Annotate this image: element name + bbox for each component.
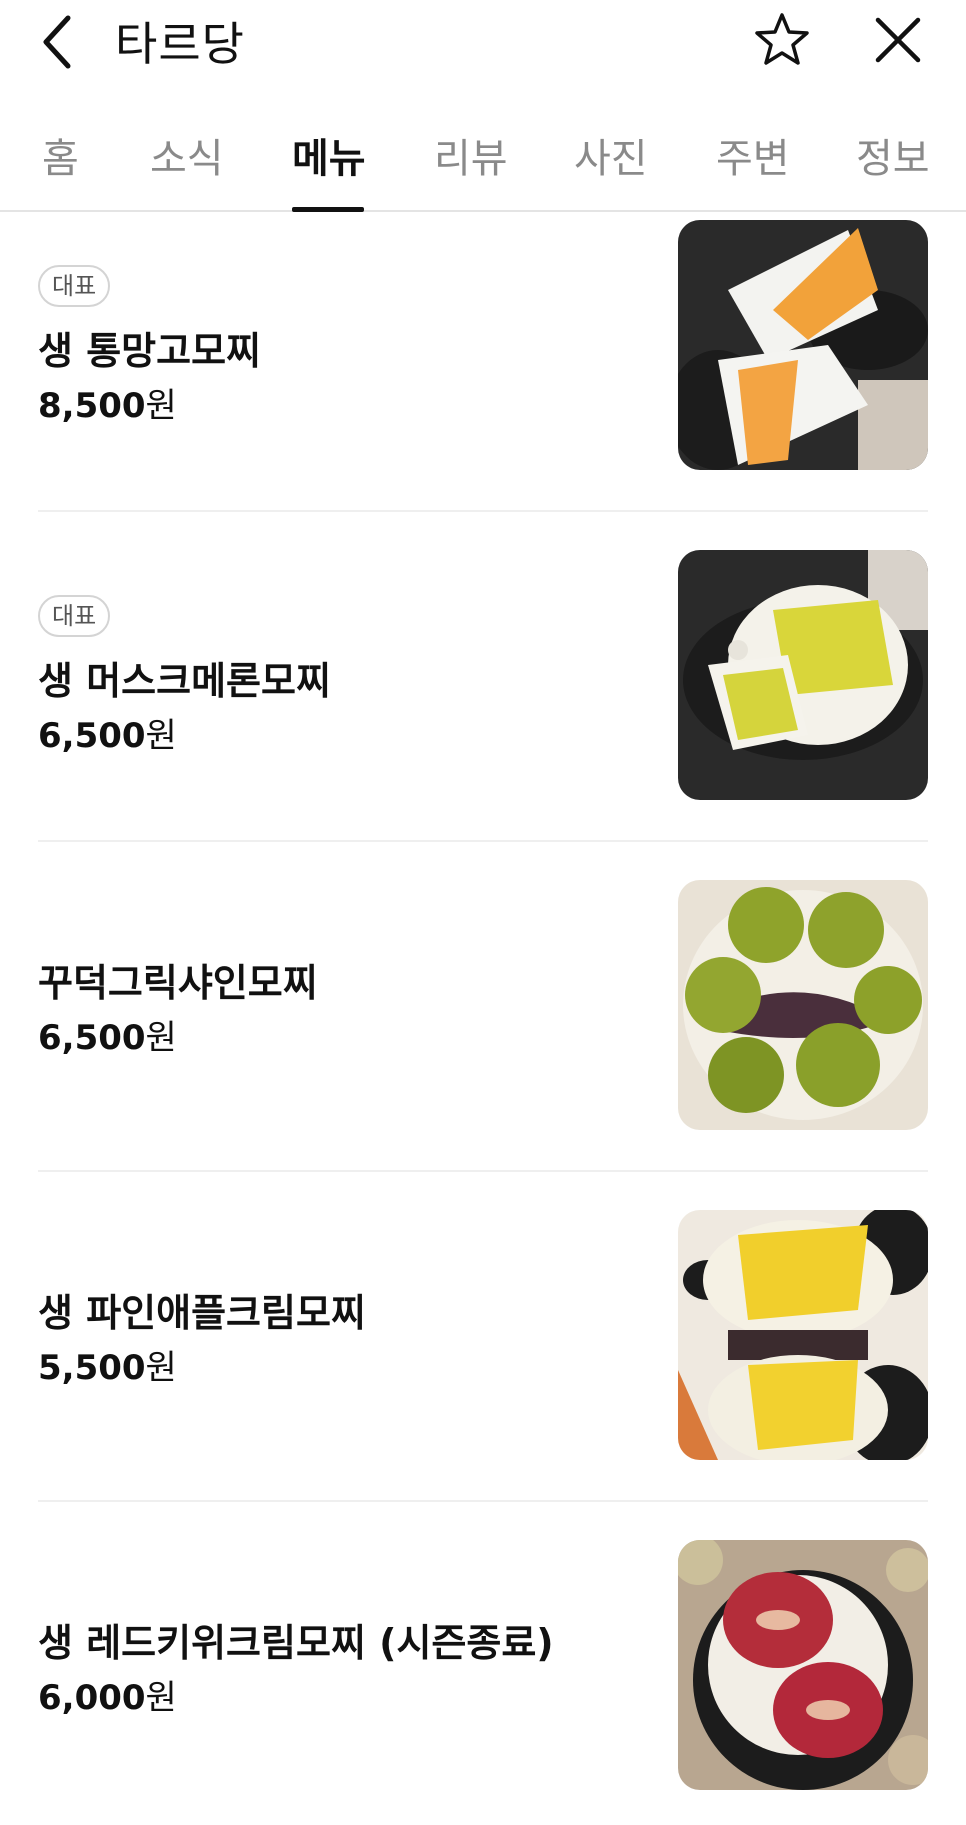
- back-button[interactable]: [40, 12, 80, 72]
- tab-news[interactable]: 소식: [150, 126, 224, 212]
- divider: [38, 1170, 928, 1172]
- menu-item-price: 6,500원: [38, 1018, 177, 1058]
- divider: [38, 510, 928, 512]
- red-kiwi-mochi-photo: [678, 1540, 928, 1790]
- pineapple-mochi-photo: [678, 1210, 928, 1460]
- menu-item-name: 생 머스크메론모찌: [38, 659, 331, 703]
- divider: [38, 1500, 928, 1502]
- page-title: 타르당: [115, 17, 245, 71]
- menu-item-price: 5,500원: [38, 1348, 177, 1388]
- tab-photos[interactable]: 사진: [574, 126, 648, 212]
- menu-item-price: 6,000원: [38, 1678, 177, 1718]
- menu-item-price: 8,500원: [38, 386, 177, 426]
- tab-info[interactable]: 정보: [856, 126, 930, 212]
- close-icon: [875, 17, 921, 63]
- tab-home[interactable]: 홈: [42, 126, 79, 212]
- tab-menu[interactable]: 메뉴: [292, 126, 366, 212]
- signature-badge: 대표: [38, 265, 111, 307]
- signature-badge: 대표: [38, 595, 111, 637]
- menu-item-price: 6,500원: [38, 716, 177, 756]
- tab-reviews[interactable]: 리뷰: [434, 126, 508, 212]
- chevron-left-icon: [43, 15, 71, 69]
- divider: [38, 840, 928, 842]
- close-button[interactable]: [872, 14, 924, 66]
- top-bar: 타르당: [0, 0, 966, 90]
- tab-bar: 홈 소식 메뉴 리뷰 사진 주변 정보: [0, 100, 966, 212]
- tab-nearby[interactable]: 주변: [716, 126, 790, 212]
- menu-item-name: 생 통망고모찌: [38, 329, 261, 373]
- menu-item-name: 생 파인애플크림모찌: [38, 1291, 366, 1335]
- menu-item-name: 꾸덕그릭샤인모찌: [38, 961, 318, 1005]
- menu-item[interactable]: 꾸덕그릭샤인모찌 6,500원: [38, 878, 928, 1208]
- menu-item[interactable]: 대표 생 머스크메론모찌 6,500원: [38, 548, 928, 878]
- menu-item[interactable]: 대표 생 통망고모찌 8,500원: [38, 218, 928, 548]
- favorite-button[interactable]: [752, 10, 812, 70]
- menu-item[interactable]: 생 레드키위크림모찌 (시즌종료) 6,000원: [38, 1538, 928, 1825]
- menu-item[interactable]: 생 파인애플크림모찌 5,500원: [38, 1208, 928, 1538]
- app-screen: 타르당 홈 소식 메뉴 리뷰 사진 주변 정보 대표 생 통망고모찌 8,500…: [0, 0, 966, 1825]
- mango-mochi-photo: [678, 220, 928, 470]
- shine-muscat-mochi-photo: [678, 880, 928, 1130]
- star-outline-icon: [755, 13, 809, 65]
- melon-mochi-photo: [678, 550, 928, 800]
- menu-item-name: 생 레드키위크림모찌 (시즌종료): [38, 1621, 554, 1665]
